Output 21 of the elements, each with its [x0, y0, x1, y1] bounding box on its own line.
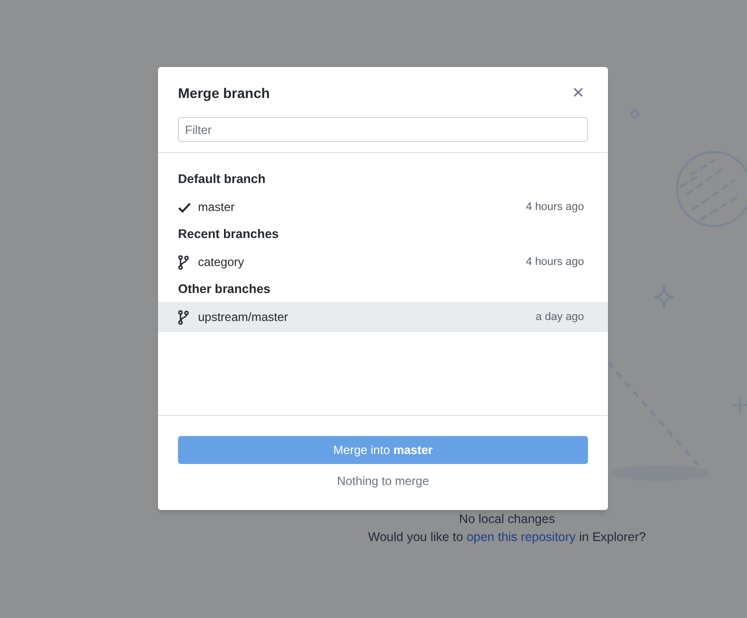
branch-name: category — [198, 254, 246, 271]
merge-status: Nothing to merge — [336, 473, 430, 490]
branch-name: master — [198, 199, 236, 216]
no-changes-message: No local changes — [459, 511, 555, 527]
open-repository-prompt: Would you like to open this repository in Explorer? — [368, 529, 646, 546]
branch-icon — [178, 254, 189, 270]
dialog-title: Merge branch — [178, 84, 270, 103]
branch-icon — [178, 310, 189, 324]
branch-time: 4 hours ago — [526, 254, 585, 270]
branch-time: a day ago — [536, 310, 585, 325]
branch-item[interactable]: category 4 hours ago — [158, 247, 608, 277]
group-header: Default branch — [178, 171, 266, 188]
close-button[interactable]: × — [568, 83, 588, 103]
group-header: Recent branches — [178, 226, 279, 244]
check-icon — [178, 202, 191, 212]
group-header: Other branches — [178, 281, 270, 298]
branch-name: upstream/master — [198, 309, 290, 326]
branch-item[interactable]: master 4 hours ago — [158, 192, 608, 222]
filter-field[interactable]: Filter — [178, 117, 588, 142]
branch-item[interactable]: upstream/master a day ago — [158, 302, 608, 332]
branch-time: 4 hours ago — [526, 200, 585, 215]
